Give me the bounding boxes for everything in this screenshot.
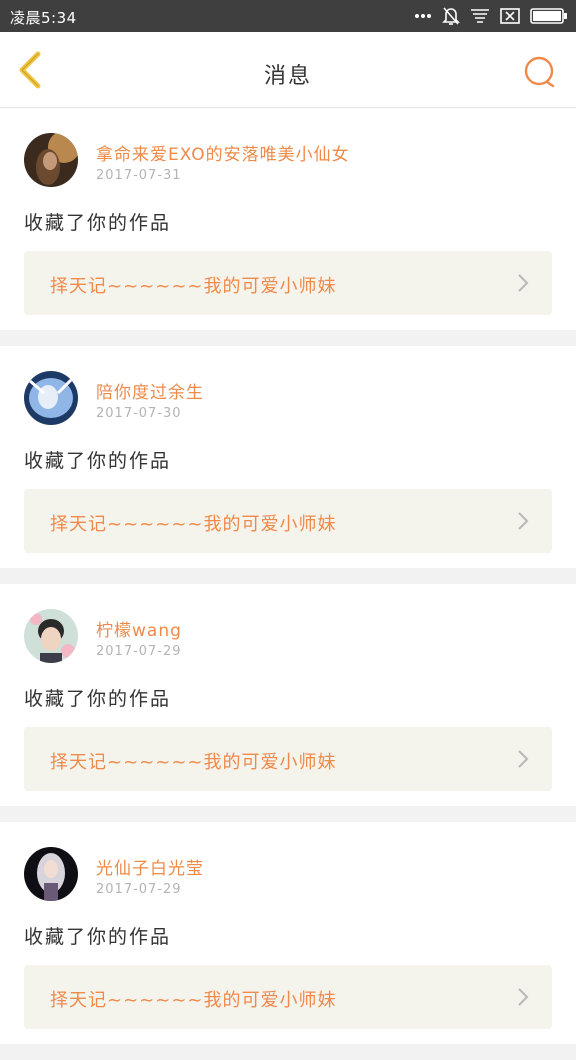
action-text: 收藏了你的作品 (24, 212, 172, 234)
avatar[interactable] (24, 847, 78, 901)
bell-off-icon (442, 6, 460, 26)
message-date: 2017-07-29 (96, 644, 182, 659)
work-title: 择天记~~~~~~我的可爱小师妹 (50, 514, 337, 535)
work-link[interactable]: 择天记~~~~~~我的可爱小师妹 (24, 251, 552, 315)
dots-icon (414, 13, 432, 19)
avatar[interactable] (24, 371, 78, 425)
status-time: 凌晨5:34 (10, 9, 77, 27)
notification-list-icon (470, 8, 490, 24)
chevron-right-icon (516, 749, 530, 769)
chevron-right-icon (516, 511, 530, 531)
username[interactable]: 柠檬wang (96, 616, 182, 641)
battery-icon (530, 8, 568, 24)
chevron-right-icon (516, 987, 530, 1007)
status-icons (414, 6, 568, 26)
search-icon[interactable] (522, 54, 558, 90)
message-date: 2017-07-31 (96, 168, 182, 183)
action-text: 收藏了你的作品 (24, 450, 172, 472)
username[interactable]: 陪你度过余生 (96, 378, 204, 403)
nav-bar: 消息 (0, 32, 576, 108)
avatar[interactable] (24, 133, 78, 187)
message-card: 柠檬wang 2017-07-29 收藏了你的作品 择天记~~~~~~我的可爱小… (0, 584, 576, 806)
action-text: 收藏了你的作品 (24, 688, 172, 710)
message-date: 2017-07-29 (96, 882, 182, 897)
work-title: 择天记~~~~~~我的可爱小师妹 (50, 276, 337, 297)
work-link[interactable]: 择天记~~~~~~我的可爱小师妹 (24, 965, 552, 1029)
work-title: 择天记~~~~~~我的可爱小师妹 (50, 752, 337, 773)
work-link[interactable]: 择天记~~~~~~我的可爱小师妹 (24, 489, 552, 553)
work-title: 择天记~~~~~~我的可爱小师妹 (50, 990, 337, 1011)
chevron-right-icon (516, 273, 530, 293)
message-card: 陪你度过余生 2017-07-30 收藏了你的作品 择天记~~~~~~我的可爱小… (0, 346, 576, 568)
avatar[interactable] (24, 609, 78, 663)
sim-blocked-icon (500, 8, 520, 24)
status-bar: 凌晨5:34 (0, 0, 576, 32)
username[interactable]: 光仙子白光莹 (96, 854, 204, 879)
work-link[interactable]: 择天记~~~~~~我的可爱小师妹 (24, 727, 552, 791)
username[interactable]: 拿命来爱EXO的安落唯美小仙女 (96, 140, 350, 165)
action-text: 收藏了你的作品 (24, 926, 172, 948)
message-list: 拿命来爱EXO的安落唯美小仙女 2017-07-31 收藏了你的作品 择天记~~… (0, 108, 576, 1060)
message-card: 拿命来爱EXO的安落唯美小仙女 2017-07-31 收藏了你的作品 择天记~~… (0, 108, 576, 330)
message-date: 2017-07-30 (96, 406, 182, 421)
message-card: 光仙子白光莹 2017-07-29 收藏了你的作品 择天记~~~~~~我的可爱小… (0, 822, 576, 1044)
page-title: 消息 (263, 64, 312, 89)
